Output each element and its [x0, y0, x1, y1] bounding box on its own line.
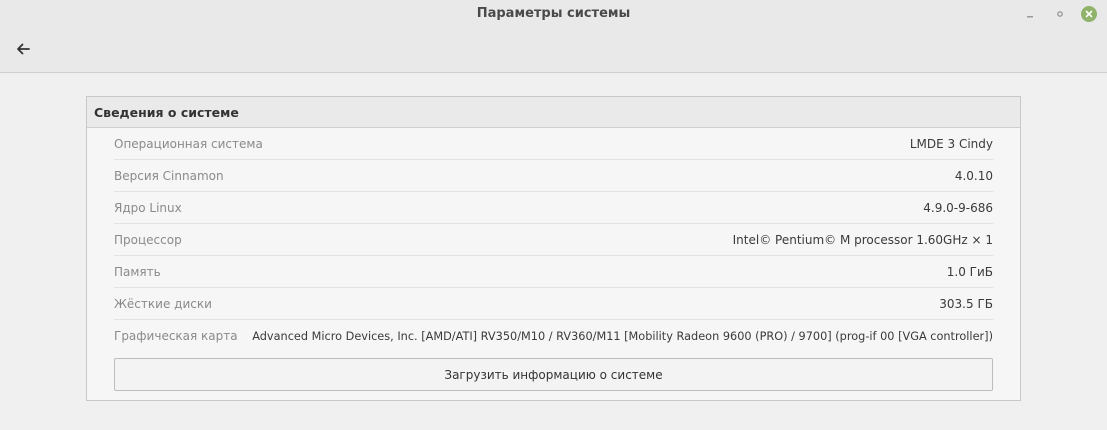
row-label: Ядро Linux — [114, 200, 182, 215]
row-value: 1.0 ГиБ — [946, 264, 993, 279]
upload-system-info-button[interactable]: Загрузить информацию о системе — [114, 358, 993, 391]
back-button[interactable] — [10, 36, 36, 62]
row-label: Версия Cinnamon — [114, 168, 224, 183]
close-icon — [1085, 10, 1093, 18]
row-memory: Память 1.0 ГиБ — [114, 256, 993, 288]
row-label: Графическая карта — [114, 329, 238, 343]
arrow-left-icon — [17, 43, 30, 55]
panel-header: Сведения о системе — [87, 97, 1020, 128]
close-button[interactable] — [1081, 6, 1097, 22]
restore-icon — [1057, 11, 1063, 17]
row-label: Жёсткие диски — [114, 296, 212, 311]
row-graphics-card: Графическая карта Advanced Micro Devices… — [114, 320, 993, 352]
row-hard-drives: Жёсткие диски 303.5 ГБ — [114, 288, 993, 320]
system-info-panel: Сведения о системе Операционная система … — [86, 96, 1021, 401]
row-value: 4.9.0-9-686 — [923, 200, 993, 215]
row-value: 303.5 ГБ — [939, 296, 993, 311]
window-title: Параметры системы — [476, 6, 631, 21]
row-label: Процессор — [114, 232, 182, 247]
row-value: Advanced Micro Devices, Inc. [AMD/ATI] R… — [252, 329, 993, 343]
row-value: LMDE 3 Cindy — [909, 136, 993, 151]
row-linux-kernel: Ядро Linux 4.9.0-9-686 — [114, 192, 993, 224]
settings-window: Параметры системы Сведения о системе Опе… — [0, 0, 1107, 430]
minimize-button[interactable] — [1022, 6, 1038, 22]
row-label: Память — [114, 264, 161, 279]
row-value: Intel© Pentium© M processor 1.60GHz × 1 — [732, 232, 993, 247]
header-bar: Параметры системы — [0, 0, 1107, 73]
row-processor: Процессор Intel© Pentium© M processor 1.… — [114, 224, 993, 256]
row-os: Операционная система LMDE 3 Cindy — [114, 128, 993, 160]
row-label: Операционная система — [114, 136, 263, 151]
maximize-button[interactable] — [1052, 6, 1068, 22]
minimize-icon — [1027, 16, 1033, 18]
row-value: 4.0.10 — [954, 168, 993, 183]
row-cinnamon-version: Версия Cinnamon 4.0.10 — [114, 160, 993, 192]
